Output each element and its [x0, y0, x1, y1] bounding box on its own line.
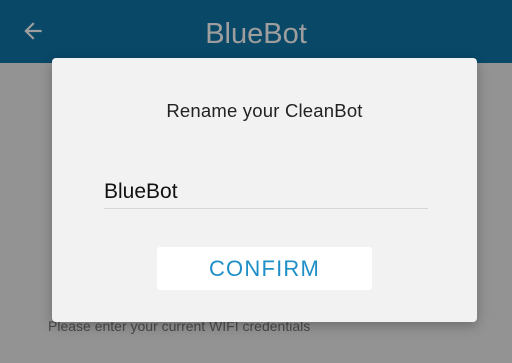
robot-name-input[interactable] [104, 176, 428, 209]
screen: BlueBot Please enter your current WIFI c… [0, 0, 512, 363]
confirm-button[interactable]: CONFIRM [157, 247, 372, 290]
rename-dialog: Rename your CleanBot CONFIRM [52, 58, 477, 322]
dialog-title: Rename your CleanBot [166, 100, 363, 121]
